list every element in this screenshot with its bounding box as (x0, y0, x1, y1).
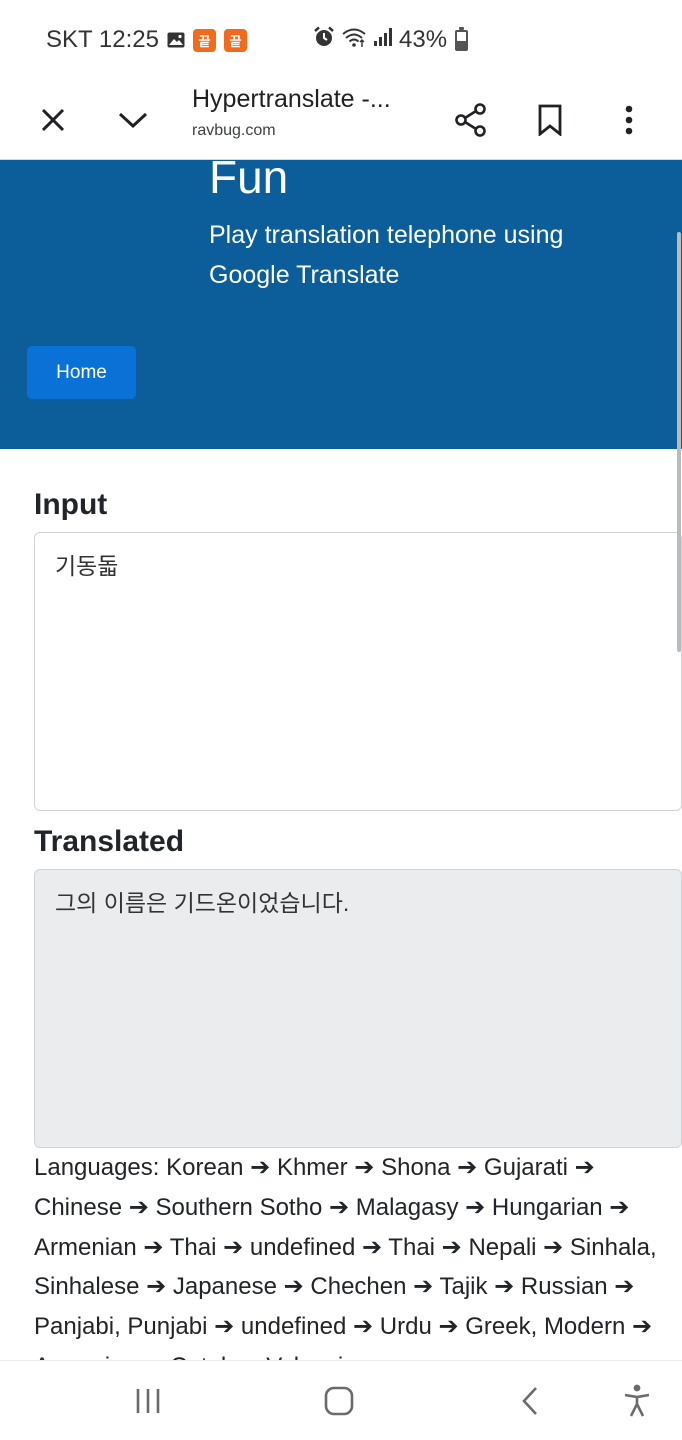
home-nav-button[interactable] (309, 1371, 369, 1431)
browser-toolbar: Hypertranslate -... ravbug.com (0, 80, 682, 160)
input-label: Input (34, 488, 108, 521)
share-button[interactable] (441, 90, 501, 150)
hero-banner: Fun Play translation telephone using Goo… (0, 160, 682, 449)
home-button[interactable]: Home (27, 346, 136, 399)
page-url: ravbug.com (192, 122, 276, 139)
more-options-button[interactable] (599, 90, 659, 150)
image-icon (167, 32, 185, 48)
wifi-icon (341, 26, 367, 55)
hero-title: Fun (209, 160, 289, 203)
status-right: 43% (313, 24, 469, 56)
minimize-tab-button[interactable] (103, 90, 163, 150)
accessibility-button[interactable] (607, 1371, 667, 1431)
close-icon (41, 108, 65, 132)
translated-label: Translated (34, 825, 185, 858)
status-left: SKT 12:25 끝 끝 (46, 24, 247, 56)
status-bar: SKT 12:25 끝 끝 43% (0, 0, 682, 80)
hero-subtitle: Play translation telephone using Google … (209, 221, 564, 289)
more-vert-icon (625, 105, 633, 135)
home-icon (324, 1386, 354, 1416)
app-notification-icon: 끝 (223, 28, 247, 52)
battery-icon (455, 26, 469, 51)
translated-textarea: 그의 이름은 기드온이었습니다. (34, 869, 682, 1148)
signal-icon (373, 26, 393, 54)
accessibility-icon (624, 1384, 650, 1417)
recent-apps-icon (136, 1389, 160, 1413)
recent-apps-button[interactable] (118, 1371, 178, 1431)
back-button[interactable] (500, 1371, 560, 1431)
page-title: Hypertranslate -... (192, 85, 391, 113)
close-tab-button[interactable] (23, 90, 83, 150)
bookmark-icon (538, 104, 562, 136)
languages-chain: Languages: Korean ➔ Khmer ➔ Shona ➔ Guja… (34, 1154, 657, 1360)
carrier-time: SKT 12:25 (46, 26, 159, 53)
page-scrollbar[interactable] (677, 232, 681, 652)
input-textarea[interactable]: 기동돏 (34, 532, 682, 811)
battery-percent: 43% (399, 26, 448, 53)
app-notification-icon: 끝 (192, 28, 216, 52)
share-icon (455, 103, 486, 137)
bookmark-button[interactable] (520, 90, 580, 150)
system-nav-bar (0, 1360, 682, 1440)
alarm-icon (313, 26, 335, 55)
chevron-down-icon (118, 112, 148, 129)
back-icon (522, 1387, 537, 1415)
